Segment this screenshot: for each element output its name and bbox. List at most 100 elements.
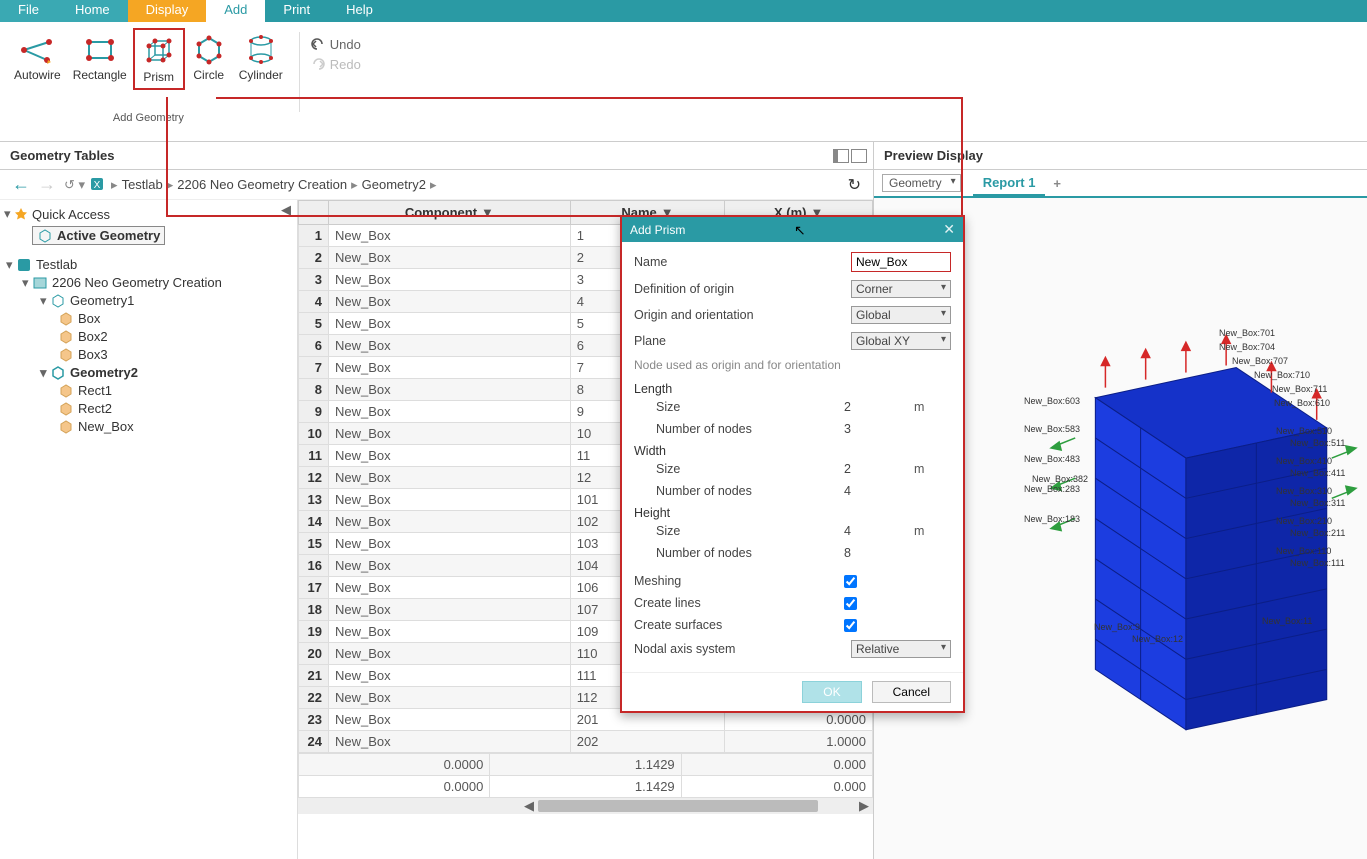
menu-home[interactable]: Home <box>57 0 128 22</box>
cell-component[interactable]: New_Box <box>329 379 571 401</box>
ok-button[interactable]: OK <box>802 681 861 703</box>
cell-component[interactable]: New_Box <box>329 291 571 313</box>
panel-layout-icon[interactable] <box>833 149 849 163</box>
breadcrumb-project[interactable]: 2206 Neo Geometry Creation <box>177 177 347 192</box>
height-nodes-value[interactable]: 8 <box>844 546 904 560</box>
nav-back-button[interactable]: ← <box>12 174 30 195</box>
cell-component[interactable]: New_Box <box>329 467 571 489</box>
table-row[interactable]: 24 New_Box 202 1.0000 <box>299 731 873 753</box>
height-size-value[interactable]: 4 <box>844 524 904 538</box>
col-component[interactable]: Component▼ <box>329 201 571 225</box>
rectangle-button[interactable]: Rectangle <box>67 28 133 90</box>
report-tab[interactable]: Report 1 <box>973 171 1046 196</box>
testlab-icon: X <box>89 176 107 194</box>
cell-component[interactable]: New_Box <box>329 313 571 335</box>
length-nodes-value[interactable]: 3 <box>844 422 904 436</box>
refresh-button[interactable]: ↻ <box>848 175 861 195</box>
tree-item-testlab[interactable]: ▾ Testlab <box>4 256 293 274</box>
row-number: 9 <box>299 401 329 423</box>
scrollbar-thumb[interactable] <box>538 800 818 812</box>
nav-history-button[interactable]: ↺ ▾ <box>64 177 85 193</box>
definition-origin-select[interactable]: Corner <box>851 280 951 298</box>
row-number: 19 <box>299 621 329 643</box>
name-input[interactable] <box>851 252 951 272</box>
quick-access-label[interactable]: Quick Access <box>32 207 110 222</box>
length-size-value[interactable]: 2 <box>844 400 904 414</box>
menu-display[interactable]: Display <box>128 0 207 22</box>
origin-orientation-select[interactable]: Global <box>851 306 951 324</box>
cell-component[interactable]: New_Box <box>329 577 571 599</box>
cell-component[interactable]: New_Box <box>329 335 571 357</box>
cell-component[interactable]: New_Box <box>329 621 571 643</box>
cell-component[interactable]: New_Box <box>329 599 571 621</box>
cell-component[interactable]: New_Box <box>329 709 571 731</box>
cylinder-button[interactable]: Cylinder <box>233 28 289 90</box>
active-geometry-button[interactable]: Active Geometry <box>32 226 165 245</box>
cell-component[interactable]: New_Box <box>329 533 571 555</box>
cell-component[interactable]: New_Box <box>329 225 571 247</box>
cell-component[interactable]: New_Box <box>329 357 571 379</box>
create-surfaces-checkbox[interactable] <box>844 619 857 632</box>
autowire-button[interactable]: Autowire <box>8 28 67 90</box>
tree-item-box3[interactable]: Box3 <box>4 346 293 364</box>
panel-layout-icon[interactable] <box>851 149 867 163</box>
nav-forward-button[interactable]: → <box>38 174 56 195</box>
row-number: 22 <box>299 687 329 709</box>
breadcrumb-root[interactable]: Testlab <box>122 177 163 192</box>
dialog-close-button[interactable]: ✕ <box>943 221 955 238</box>
horizontal-scrollbar[interactable]: ◀▶ <box>298 798 873 814</box>
height-nodes-label: Number of nodes <box>634 546 784 560</box>
menu-print[interactable]: Print <box>265 0 328 22</box>
cell-component[interactable]: New_Box <box>329 643 571 665</box>
cell-component[interactable]: New_Box <box>329 401 571 423</box>
cell-component[interactable]: New_Box <box>329 489 571 511</box>
menu-file[interactable]: File <box>0 0 57 22</box>
callout-line <box>166 97 168 215</box>
redo-button[interactable]: Redo <box>306 54 365 74</box>
cell-component[interactable]: New_Box <box>329 731 571 753</box>
cell-component[interactable]: New_Box <box>329 445 571 467</box>
meshing-label: Meshing <box>634 574 784 588</box>
tree-item-rect1[interactable]: Rect1 <box>4 382 293 400</box>
node-label: New_Box:111 <box>1290 558 1345 568</box>
geometry-tables-header: Geometry Tables <box>0 142 873 170</box>
cell-name[interactable]: 202 <box>570 731 725 753</box>
row-number: 20 <box>299 643 329 665</box>
prism-button[interactable]: Prism <box>133 28 185 90</box>
cell-component[interactable]: New_Box <box>329 247 571 269</box>
cell-component[interactable]: New_Box <box>329 511 571 533</box>
nodal-axis-select[interactable]: Relative <box>851 640 951 658</box>
geometry-dropdown[interactable]: Geometry <box>882 174 961 192</box>
dialog-titlebar[interactable]: Add Prism ↖ ✕ <box>622 217 963 242</box>
tree-item-box[interactable]: Box <box>4 310 293 328</box>
menu-add[interactable]: Add <box>206 0 265 22</box>
plane-select[interactable]: Global XY <box>851 332 951 350</box>
callout-line <box>166 215 620 217</box>
cell-component[interactable]: New_Box <box>329 687 571 709</box>
menu-help[interactable]: Help <box>328 0 391 22</box>
tree-item-project[interactable]: ▾ 2206 Neo Geometry Creation <box>4 274 293 292</box>
tree-item-rect2[interactable]: Rect2 <box>4 400 293 418</box>
cell-component[interactable]: New_Box <box>329 423 571 445</box>
tree-item-geometry2[interactable]: ▾ Geometry2 <box>4 364 293 382</box>
undo-button[interactable]: Undo <box>306 34 365 54</box>
tree-item-box2[interactable]: Box2 <box>4 328 293 346</box>
col-rownum[interactable] <box>299 201 329 225</box>
cancel-button[interactable]: Cancel <box>872 681 951 703</box>
tree-item-geometry1[interactable]: ▾ Geometry1 <box>4 292 293 310</box>
meshing-checkbox[interactable] <box>844 575 857 588</box>
cell-x[interactable]: 1.0000 <box>725 731 873 753</box>
row-number: 8 <box>299 379 329 401</box>
width-size-value[interactable]: 2 <box>844 462 904 476</box>
cylinder-label: Cylinder <box>239 68 283 82</box>
width-nodes-value[interactable]: 4 <box>844 484 904 498</box>
circle-button[interactable]: Circle <box>185 28 233 90</box>
cell-component[interactable]: New_Box <box>329 665 571 687</box>
cell-component[interactable]: New_Box <box>329 269 571 291</box>
cell-component[interactable]: New_Box <box>329 555 571 577</box>
create-lines-checkbox[interactable] <box>844 597 857 610</box>
add-tab-button[interactable]: + <box>1045 172 1069 195</box>
breadcrumb-geometry[interactable]: Geometry2 <box>362 177 426 192</box>
tree-item-newbox[interactable]: New_Box <box>4 418 293 436</box>
callout-line <box>961 97 963 215</box>
